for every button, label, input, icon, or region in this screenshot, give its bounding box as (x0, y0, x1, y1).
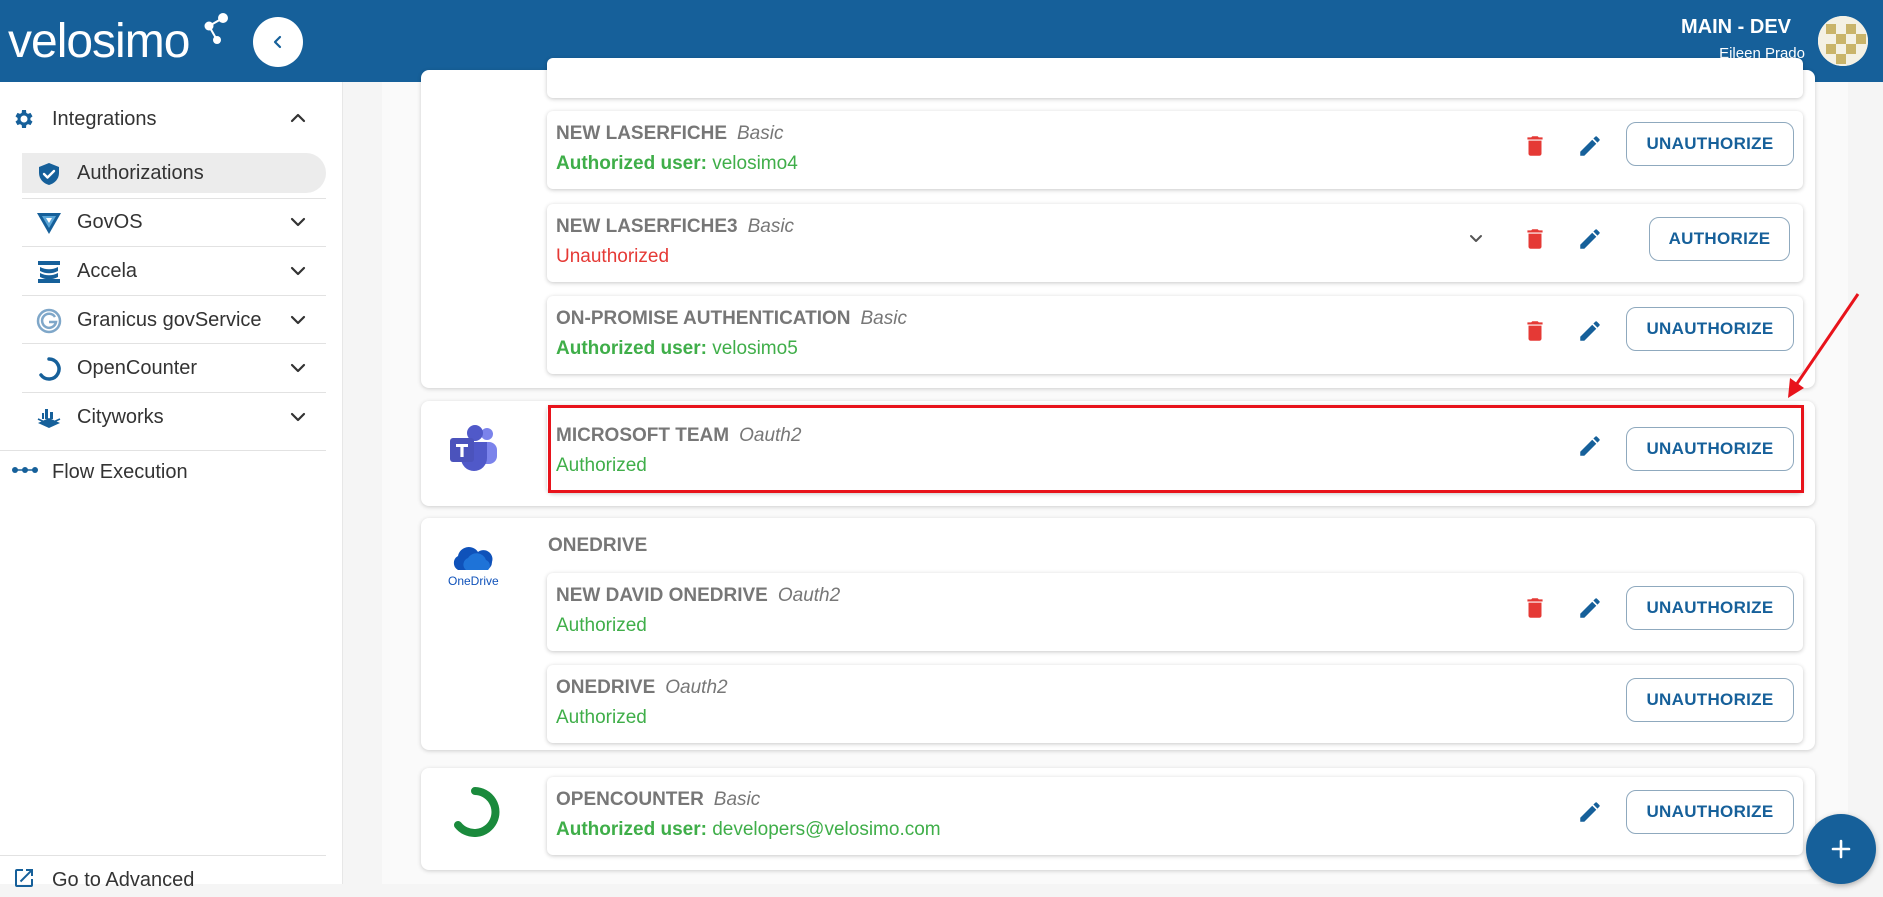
chevron-down-icon[interactable] (1466, 228, 1486, 248)
shield-check-icon (39, 163, 59, 185)
delete-icon[interactable] (1522, 595, 1548, 621)
authorization-name: NEW LASERFICHE Basic (556, 123, 784, 144)
sidebar-group-integrations[interactable]: Integrations (0, 98, 326, 138)
add-authorization-fab[interactable] (1806, 814, 1876, 884)
authorization-status: Authorized (556, 615, 647, 636)
external-link-icon (15, 869, 33, 887)
sidebar-item-cityworks[interactable]: Cityworks (22, 397, 326, 437)
unauthorize-button[interactable]: UNAUTHORIZE (1626, 427, 1794, 471)
sidebar-divider (0, 855, 326, 856)
sidebar-divider (22, 343, 326, 344)
sidebar-item-label: Flow Execution (52, 461, 188, 483)
edit-pencil-icon[interactable] (1577, 318, 1603, 344)
chevron-up-icon (290, 113, 306, 123)
chevron-down-icon (290, 266, 306, 276)
unauthorize-button[interactable]: UNAUTHORIZE (1626, 790, 1794, 834)
velosimo-logo[interactable]: velosimo (8, 18, 190, 66)
avatar-pattern-icon (1818, 16, 1868, 66)
sidebar-item-accela[interactable]: Accela (22, 251, 326, 291)
chevron-down-icon (290, 217, 306, 227)
unauthorize-button[interactable]: UNAUTHORIZE (1626, 678, 1794, 722)
sidebar-item-label: Authorizations (77, 162, 204, 184)
authorization-name: OPENCOUNTER Basic (556, 789, 761, 810)
authorization-status: Authorized user: developers@velosimo.com (556, 819, 941, 840)
sidebar-edge (342, 82, 343, 884)
sidebar-divider (22, 246, 326, 247)
authorization-name: NEW LASERFICHE3 Basic (556, 216, 795, 237)
sidebar-divider (22, 392, 326, 393)
plus-icon (1831, 839, 1851, 859)
authorization-name: MICROSOFT TEAM Oauth2 (556, 425, 802, 446)
logo-dots-icon (204, 13, 228, 44)
unauthorize-button[interactable]: UNAUTHORIZE (1626, 307, 1794, 351)
sidebar-item-flow-execution[interactable]: Flow Execution (0, 452, 326, 492)
gear-icon (15, 110, 33, 128)
opencounter-logo-icon (454, 787, 500, 837)
edit-pencil-icon[interactable] (1577, 433, 1603, 459)
section-title-onedrive: ONEDRIVE (548, 535, 648, 556)
sidebar-item-label: Cityworks (77, 406, 164, 428)
sidebar-item-label: GovOS (77, 211, 143, 233)
authorization-row-opencounter[interactable]: OPENCOUNTER Basic Authorized user: develo… (547, 777, 1803, 855)
authorization-row-new-david-onedrive[interactable]: NEW DAVID ONEDRIVE Oauth2 Authorized UNAU… (547, 573, 1803, 651)
chevron-down-icon (290, 363, 306, 373)
authorization-name: NEW DAVID ONEDRIVE Oauth2 (556, 585, 841, 606)
authorization-row-microsoft-team[interactable]: MICROSOFT TEAM Oauth2 Authorized UNAUTHOR… (547, 405, 1803, 493)
authorization-status: Authorized (556, 455, 647, 476)
sidebar-item-label: Go to Advanced (52, 869, 195, 891)
edit-pencil-icon[interactable] (1577, 226, 1603, 252)
unauthorize-button[interactable]: UNAUTHORIZE (1626, 586, 1794, 630)
sidebar-item-authorizations[interactable]: Authorizations (22, 153, 326, 193)
go-to-advanced-link[interactable]: Go to Advanced (0, 857, 326, 897)
authorization-row-new-laserfiche3[interactable]: NEW LASERFICHE3 Basic Unauthorized AUTHOR… (547, 204, 1803, 282)
sidebar-divider (22, 295, 326, 296)
sidebar-item-label: Granicus govService (77, 309, 262, 331)
authorization-row-onedrive[interactable]: ONEDRIVE Oauth2 Authorized UNAUTHORIZE (547, 665, 1803, 743)
delete-icon[interactable] (1522, 318, 1548, 344)
opencounter-icon (39, 357, 61, 381)
authorization-name: ON-PROMISE AUTHENTICATION Basic (556, 308, 907, 329)
user-avatar[interactable] (1818, 16, 1868, 66)
cityworks-icon (37, 409, 61, 428)
granicus-icon (36, 308, 62, 334)
sidebar-item-granicus[interactable]: Granicus govService (22, 300, 326, 340)
sidebar-item-govos[interactable]: GovOS (22, 202, 326, 242)
authorization-status: Authorized (556, 707, 647, 728)
sidebar-divider (22, 198, 326, 199)
authorization-status: Authorized user: velosimo4 (556, 153, 798, 174)
environment-label: MAIN - DEV (1681, 16, 1791, 38)
edit-pencil-icon[interactable] (1577, 133, 1603, 159)
sidebar-divider (0, 450, 326, 451)
authorization-name: ONEDRIVE Oauth2 (556, 677, 728, 698)
govos-icon (37, 213, 61, 234)
onedrive-logo-text: OneDrive (448, 574, 499, 588)
annotation-arrow-icon (1788, 293, 1860, 398)
delete-icon[interactable] (1522, 226, 1548, 252)
edit-pencil-icon[interactable] (1577, 799, 1603, 825)
authorization-status: Authorized user: velosimo5 (556, 338, 798, 359)
collapse-sidebar-button[interactable] (253, 17, 303, 67)
unauthorize-button[interactable]: UNAUTHORIZE (1626, 122, 1794, 166)
onedrive-cloud-icon (453, 547, 493, 570)
delete-icon[interactable] (1522, 133, 1548, 159)
microsoft-teams-logo-icon (450, 425, 497, 471)
sidebar: Integrations Authorizations GovOS Accela… (0, 82, 343, 891)
entry-partial (547, 58, 1803, 98)
sidebar-item-label: Accela (77, 260, 138, 282)
authorization-row-new-laserfiche[interactable]: NEW LASERFICHE Basic Authorized user: vel… (547, 111, 1803, 189)
edit-pencil-icon[interactable] (1577, 595, 1603, 621)
chevron-down-icon (290, 315, 306, 325)
chevron-down-icon (290, 412, 306, 422)
authorization-status: Unauthorized (556, 246, 670, 267)
authorize-button[interactable]: AUTHORIZE (1649, 217, 1790, 261)
flow-dots-icon (12, 467, 38, 473)
sidebar-group-label: Integrations (52, 108, 157, 130)
sidebar-item-label: OpenCounter (77, 357, 198, 379)
chevron-left-icon (273, 35, 282, 49)
authorization-row-on-promise[interactable]: ON-PROMISE AUTHENTICATION Basic Authorize… (547, 296, 1803, 374)
sidebar-item-opencounter[interactable]: OpenCounter (22, 348, 326, 388)
accela-icon (38, 261, 60, 283)
